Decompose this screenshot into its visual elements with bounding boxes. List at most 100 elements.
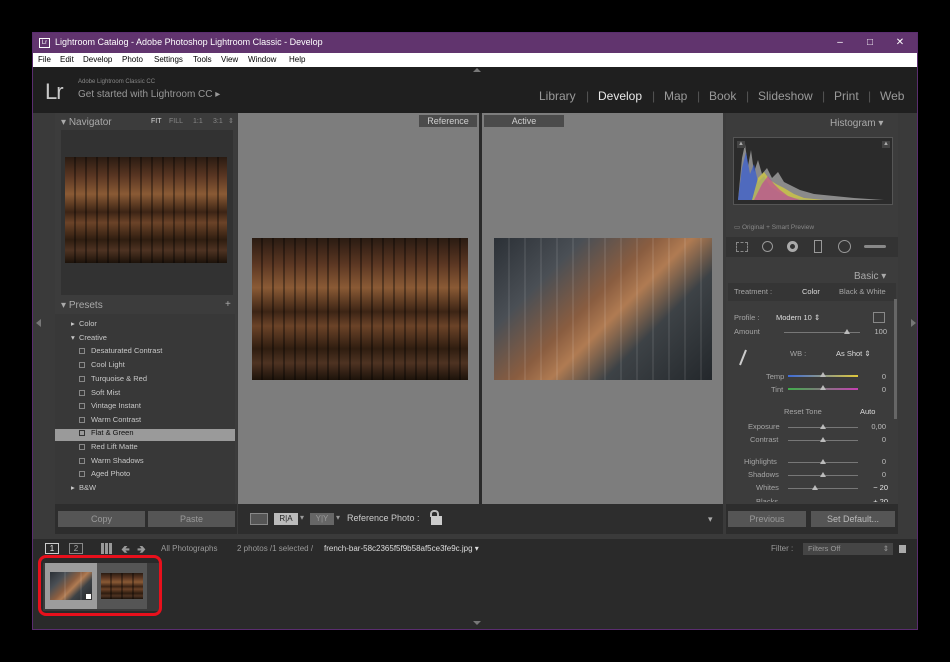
basic-header[interactable]: Basic ▾ [854, 271, 886, 282]
module-web[interactable]: Web [880, 89, 904, 103]
highlights-value[interactable]: 0 [876, 457, 886, 466]
shadows-value[interactable]: 0 [876, 470, 886, 479]
preset-folder-bw[interactable]: ▸ B&W [71, 483, 96, 492]
amount-knob[interactable] [844, 329, 850, 334]
previous-button[interactable]: Previous [728, 511, 806, 527]
yy-dropdown-icon[interactable]: ▾ [336, 513, 340, 522]
main-window-button[interactable]: 1 [45, 543, 59, 554]
ra-view-button[interactable]: R|A [274, 513, 298, 525]
profile-browser-icon[interactable] [873, 312, 885, 323]
filename[interactable]: french-bar-58c2365f5f9b58af5ce3fe9c.jpg … [324, 544, 479, 553]
zoom-fit[interactable]: FIT [151, 118, 162, 125]
histogram-header[interactable]: Histogram ▾ [830, 118, 883, 129]
menu-view[interactable]: View [221, 55, 238, 64]
lock-icon[interactable] [431, 516, 442, 525]
temp-value[interactable]: 0 [876, 372, 886, 381]
collapse-right-icon[interactable] [911, 319, 916, 327]
preset-item[interactable]: Desaturated Contrast [79, 346, 162, 355]
whites-knob[interactable] [812, 485, 818, 490]
menu-photo[interactable]: Photo [122, 55, 143, 64]
menu-settings[interactable]: Settings [154, 55, 183, 64]
preset-folder-color[interactable]: ▸ Color [71, 319, 97, 328]
get-started-link[interactable]: Get started with Lightroom CC ▸ [78, 89, 220, 100]
zoom-1-1[interactable]: 1:1 [193, 118, 203, 125]
collapse-top-icon[interactable] [473, 68, 481, 72]
toolbar-menu-icon[interactable]: ▾ [708, 514, 713, 525]
whites-slider[interactable] [788, 488, 858, 489]
preset-item[interactable]: Red Lift Matte [79, 442, 138, 451]
auto-tone-button[interactable]: Auto [860, 407, 875, 416]
preset-item-selected[interactable]: Flat & Green [79, 428, 134, 437]
profile-value[interactable]: Modern 10 ⇕ [776, 313, 820, 322]
preset-item[interactable]: Warm Contrast [79, 415, 141, 424]
shadows-knob[interactable] [820, 472, 826, 477]
exposure-value[interactable]: 0,00 [866, 422, 886, 431]
module-library[interactable]: Library [539, 89, 576, 103]
whites-value[interactable]: − 20 [864, 483, 888, 492]
contrast-value[interactable]: 0 [876, 435, 886, 444]
crop-tool-icon[interactable] [736, 242, 748, 252]
zoom-stepper-icon[interactable]: ⇕ [228, 117, 234, 125]
close-icon[interactable]: ✕ [885, 35, 915, 51]
tint-value[interactable]: 0 [876, 385, 886, 394]
zoom-fill[interactable]: FILL [169, 118, 183, 125]
loupe-view-icon[interactable] [250, 513, 268, 525]
tint-knob[interactable] [820, 385, 826, 390]
wb-eyedropper-icon[interactable] [738, 349, 747, 367]
highlights-knob[interactable] [820, 459, 826, 464]
blacks-value[interactable]: + 20 [864, 497, 888, 502]
maximize-icon[interactable]: □ [855, 35, 885, 51]
preset-item[interactable]: Soft Mist [79, 388, 120, 397]
menu-edit[interactable]: Edit [60, 55, 74, 64]
navigator-header[interactable]: ▾ Navigator [61, 117, 112, 128]
red-eye-icon[interactable] [787, 241, 798, 252]
collapse-left-icon[interactable] [36, 319, 41, 327]
module-develop[interactable]: Develop [598, 89, 642, 103]
set-default-button[interactable]: Set Default... [811, 511, 895, 527]
graduated-filter-icon[interactable] [814, 240, 822, 253]
preset-item[interactable]: Cool Light [79, 360, 125, 369]
grid-view-icon[interactable] [101, 543, 112, 554]
spot-removal-icon[interactable] [762, 241, 773, 252]
histogram-chart[interactable]: ▲ ▲ [733, 137, 893, 205]
presets-header[interactable]: ▾ Presets + [55, 298, 237, 313]
minimize-icon[interactable]: – [825, 35, 855, 51]
menu-help[interactable]: Help [289, 55, 305, 64]
radial-filter-icon[interactable] [838, 240, 851, 253]
preset-item[interactable]: Vintage Instant [79, 401, 141, 410]
preset-folder-creative[interactable]: ▾ Creative [71, 333, 107, 342]
menu-tools[interactable]: Tools [193, 55, 212, 64]
menu-file[interactable]: File [38, 55, 51, 64]
preset-item[interactable]: Warm Shadows [79, 456, 144, 465]
treatment-bw[interactable]: Black & White [839, 287, 886, 296]
exposure-knob[interactable] [820, 424, 826, 429]
second-window-button[interactable]: 2 [69, 543, 83, 554]
yy-view-button[interactable]: Y|Y [310, 513, 334, 525]
module-slideshow[interactable]: Slideshow [758, 89, 813, 103]
preset-item[interactable]: Aged Photo [79, 469, 130, 478]
menu-develop[interactable]: Develop [83, 55, 112, 64]
module-print[interactable]: Print [834, 89, 859, 103]
add-preset-icon[interactable]: + [225, 299, 231, 310]
contrast-knob[interactable] [820, 437, 826, 442]
paste-button[interactable]: Paste [148, 511, 235, 527]
wb-value[interactable]: As Shot ⇕ [836, 349, 871, 358]
adjustment-brush-icon[interactable] [864, 245, 886, 248]
treatment-color[interactable]: Color [802, 287, 820, 296]
highlight-clipping-icon[interactable]: ▲ [882, 141, 890, 148]
module-book[interactable]: Book [709, 89, 736, 103]
module-map[interactable]: Map [664, 89, 687, 103]
copy-button[interactable]: Copy [58, 511, 145, 527]
amount-value[interactable]: 100 [871, 327, 887, 336]
ra-dropdown-icon[interactable]: ▾ [300, 513, 304, 522]
temp-knob[interactable] [820, 372, 826, 377]
navigator-preview[interactable] [61, 130, 233, 295]
right-panel-scrollbar[interactable] [894, 299, 897, 419]
shadow-clipping-icon[interactable]: ▲ [737, 141, 745, 148]
reset-tone-button[interactable]: Reset Tone [784, 407, 822, 416]
filter-dropdown[interactable]: Filters Off ⇕ [803, 543, 893, 555]
preset-item[interactable]: Turquoise & Red [79, 374, 147, 383]
filter-lock-icon[interactable] [899, 545, 906, 553]
zoom-3-1[interactable]: 3:1 [213, 118, 223, 125]
collapse-bottom-icon[interactable] [473, 621, 481, 625]
